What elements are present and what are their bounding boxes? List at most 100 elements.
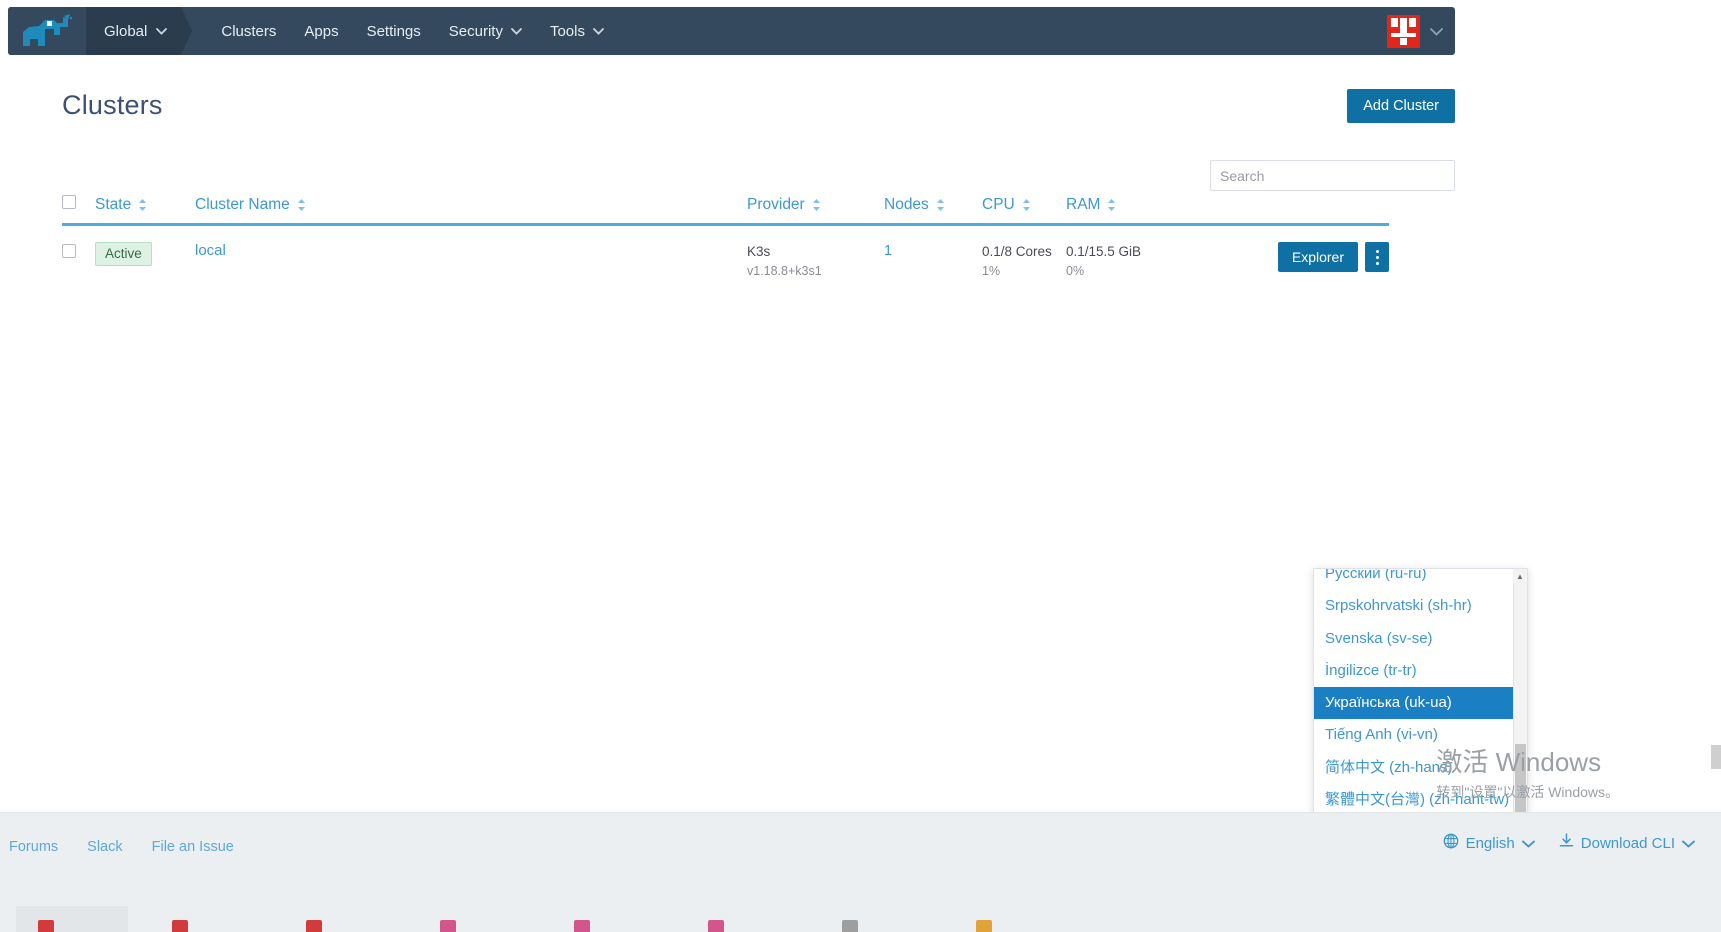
add-cluster-button[interactable]: Add Cluster	[1347, 89, 1455, 123]
language-list: Русский (ru-ru) Srpskohrvatski (sh-hr) S…	[1314, 569, 1514, 852]
row-actions-menu-icon[interactable]	[1365, 242, 1389, 272]
footer-right-controls: English Download CLI	[1443, 833, 1695, 853]
column-header-nodes[interactable]: Nodes	[884, 196, 982, 214]
chevron-down-icon	[511, 27, 522, 35]
column-label: CPU	[982, 196, 1015, 213]
chevron-down-icon	[156, 27, 168, 35]
language-selector[interactable]: English	[1443, 833, 1535, 853]
cpu-percent: 1%	[982, 263, 1001, 278]
cell-state: Active	[95, 242, 195, 266]
explorer-button[interactable]: Explorer	[1277, 242, 1358, 272]
nav-item-apps[interactable]: Apps	[290, 7, 352, 55]
table-header-row: State Cluster Name Provider Nodes CPU RA…	[62, 193, 1389, 226]
nav-item-security[interactable]: Security	[435, 7, 536, 55]
column-label: Cluster Name	[195, 196, 290, 213]
status-badge: Active	[95, 242, 152, 266]
nav-item-label: Settings	[366, 22, 421, 40]
search-input[interactable]	[1210, 160, 1455, 191]
cell-cluster-name: local	[195, 242, 747, 260]
column-label: State	[95, 196, 132, 213]
table-body: Active local K3s v1.18.8+k3s1 1 0.1/8 Co…	[62, 226, 1389, 280]
language-menu-scrollbar[interactable]: ▲ ▼	[1513, 569, 1527, 852]
sort-icon	[936, 198, 945, 212]
taskbar-icon-strip	[0, 906, 1110, 932]
footer-link-list: Forums Slack File an Issue	[0, 839, 234, 855]
column-header-ram[interactable]: RAM	[1066, 196, 1206, 214]
ram-value: 0.1/15.5 GiB	[1066, 244, 1142, 259]
language-dropdown-menu[interactable]: Русский (ru-ru) Srpskohrvatski (sh-hr) S…	[1313, 568, 1528, 853]
table-row[interactable]: Active local K3s v1.18.8+k3s1 1 0.1/8 Co…	[62, 226, 1389, 280]
row-select-cell	[62, 242, 95, 263]
sort-icon	[297, 198, 306, 212]
sort-icon	[1022, 198, 1031, 212]
footer-bar: Forums Slack File an Issue English Downl…	[0, 812, 1721, 880]
sort-icon	[138, 198, 147, 212]
rancher-logo[interactable]	[8, 7, 86, 55]
language-option-sh[interactable]: Srpskohrvatski (sh-hr)	[1314, 590, 1514, 622]
app-root: Global Clusters Apps Settings Security T…	[0, 0, 1721, 932]
select-all-checkbox[interactable]	[62, 195, 76, 209]
download-cli-selector[interactable]: Download CLI	[1559, 833, 1695, 853]
sort-icon	[812, 198, 821, 212]
top-navigation-bar: Global Clusters Apps Settings Security T…	[8, 7, 1455, 55]
cell-provider: K3s v1.18.8+k3s1	[747, 242, 884, 280]
cpu-value: 0.1/8 Cores	[982, 244, 1052, 259]
nav-item-tools[interactable]: Tools	[536, 7, 618, 55]
taskbar-icon-1[interactable]	[38, 920, 54, 932]
nodes-count-link[interactable]: 1	[884, 243, 892, 259]
column-header-provider[interactable]: Provider	[747, 196, 884, 214]
user-menu[interactable]	[1387, 7, 1455, 55]
column-header-state[interactable]: State	[95, 196, 195, 214]
footer-link-slack[interactable]: Slack	[87, 839, 122, 855]
select-all-cell	[62, 193, 95, 214]
cluster-name-link[interactable]: local	[195, 242, 226, 259]
chevron-down-icon	[1521, 840, 1535, 848]
ram-percent: 0%	[1066, 263, 1085, 278]
nav-item-settings[interactable]: Settings	[353, 7, 435, 55]
taskbar-icon-5[interactable]	[574, 920, 590, 932]
language-option-zh-hans[interactable]: 简体中文 (zh-hans)	[1314, 752, 1514, 784]
language-option-sv[interactable]: Svenska (sv-se)	[1314, 623, 1514, 655]
footer-link-file-an-issue[interactable]: File an Issue	[152, 839, 234, 855]
column-label: Provider	[747, 196, 805, 213]
nav-context-label: Global	[104, 22, 148, 40]
nav-context-selector[interactable]: Global	[86, 7, 193, 55]
nav-item-label: Apps	[304, 22, 339, 40]
taskbar-icon-8[interactable]	[976, 920, 992, 932]
nav-item-label: Clusters	[221, 22, 277, 40]
column-header-cpu[interactable]: CPU	[982, 196, 1066, 214]
scroll-up-icon[interactable]: ▲	[1513, 569, 1527, 584]
footer-link-forums[interactable]: Forums	[9, 839, 58, 855]
language-option-uk[interactable]: Українська (uk-ua)	[1314, 687, 1514, 720]
language-option-ru[interactable]: Русский (ru-ru)	[1314, 569, 1514, 590]
taskbar-icon-6[interactable]	[708, 920, 724, 932]
rancher-cow-logo-icon	[23, 14, 73, 46]
nav-item-clusters[interactable]: Clusters	[207, 7, 290, 55]
provider-version: v1.18.8+k3s1	[747, 263, 822, 278]
cell-actions: Explorer	[1206, 242, 1389, 272]
taskbar-icon-2[interactable]	[172, 920, 188, 932]
language-option-tr[interactable]: İngilizce (tr-tr)	[1314, 655, 1514, 687]
row-checkbox[interactable]	[62, 244, 76, 258]
avatar	[1387, 14, 1420, 48]
sort-icon	[1107, 198, 1116, 212]
page-scrollbar-thumb[interactable]	[1711, 745, 1721, 769]
taskbar-icon-4[interactable]	[440, 920, 456, 932]
taskbar-icon-3[interactable]	[306, 920, 322, 932]
clusters-table: State Cluster Name Provider Nodes CPU RA…	[62, 193, 1389, 280]
provider-name: K3s	[747, 244, 771, 259]
download-cli-label: Download CLI	[1580, 834, 1675, 852]
column-header-cluster-name[interactable]: Cluster Name	[195, 196, 747, 214]
column-label: Nodes	[884, 196, 929, 213]
language-selector-label: English	[1465, 834, 1515, 852]
cell-ram: 0.1/15.5 GiB 0%	[1066, 242, 1206, 280]
taskbar-icon-7[interactable]	[842, 920, 858, 932]
nav-item-list: Clusters Apps Settings Security Tools	[181, 7, 618, 55]
cell-nodes: 1	[884, 242, 982, 260]
language-option-vi[interactable]: Tiếng Anh (vi-vn)	[1314, 719, 1514, 751]
column-label: RAM	[1066, 196, 1101, 213]
globe-icon	[1443, 833, 1459, 853]
windows-taskbar	[0, 880, 1721, 932]
cell-cpu: 0.1/8 Cores 1%	[982, 242, 1066, 280]
